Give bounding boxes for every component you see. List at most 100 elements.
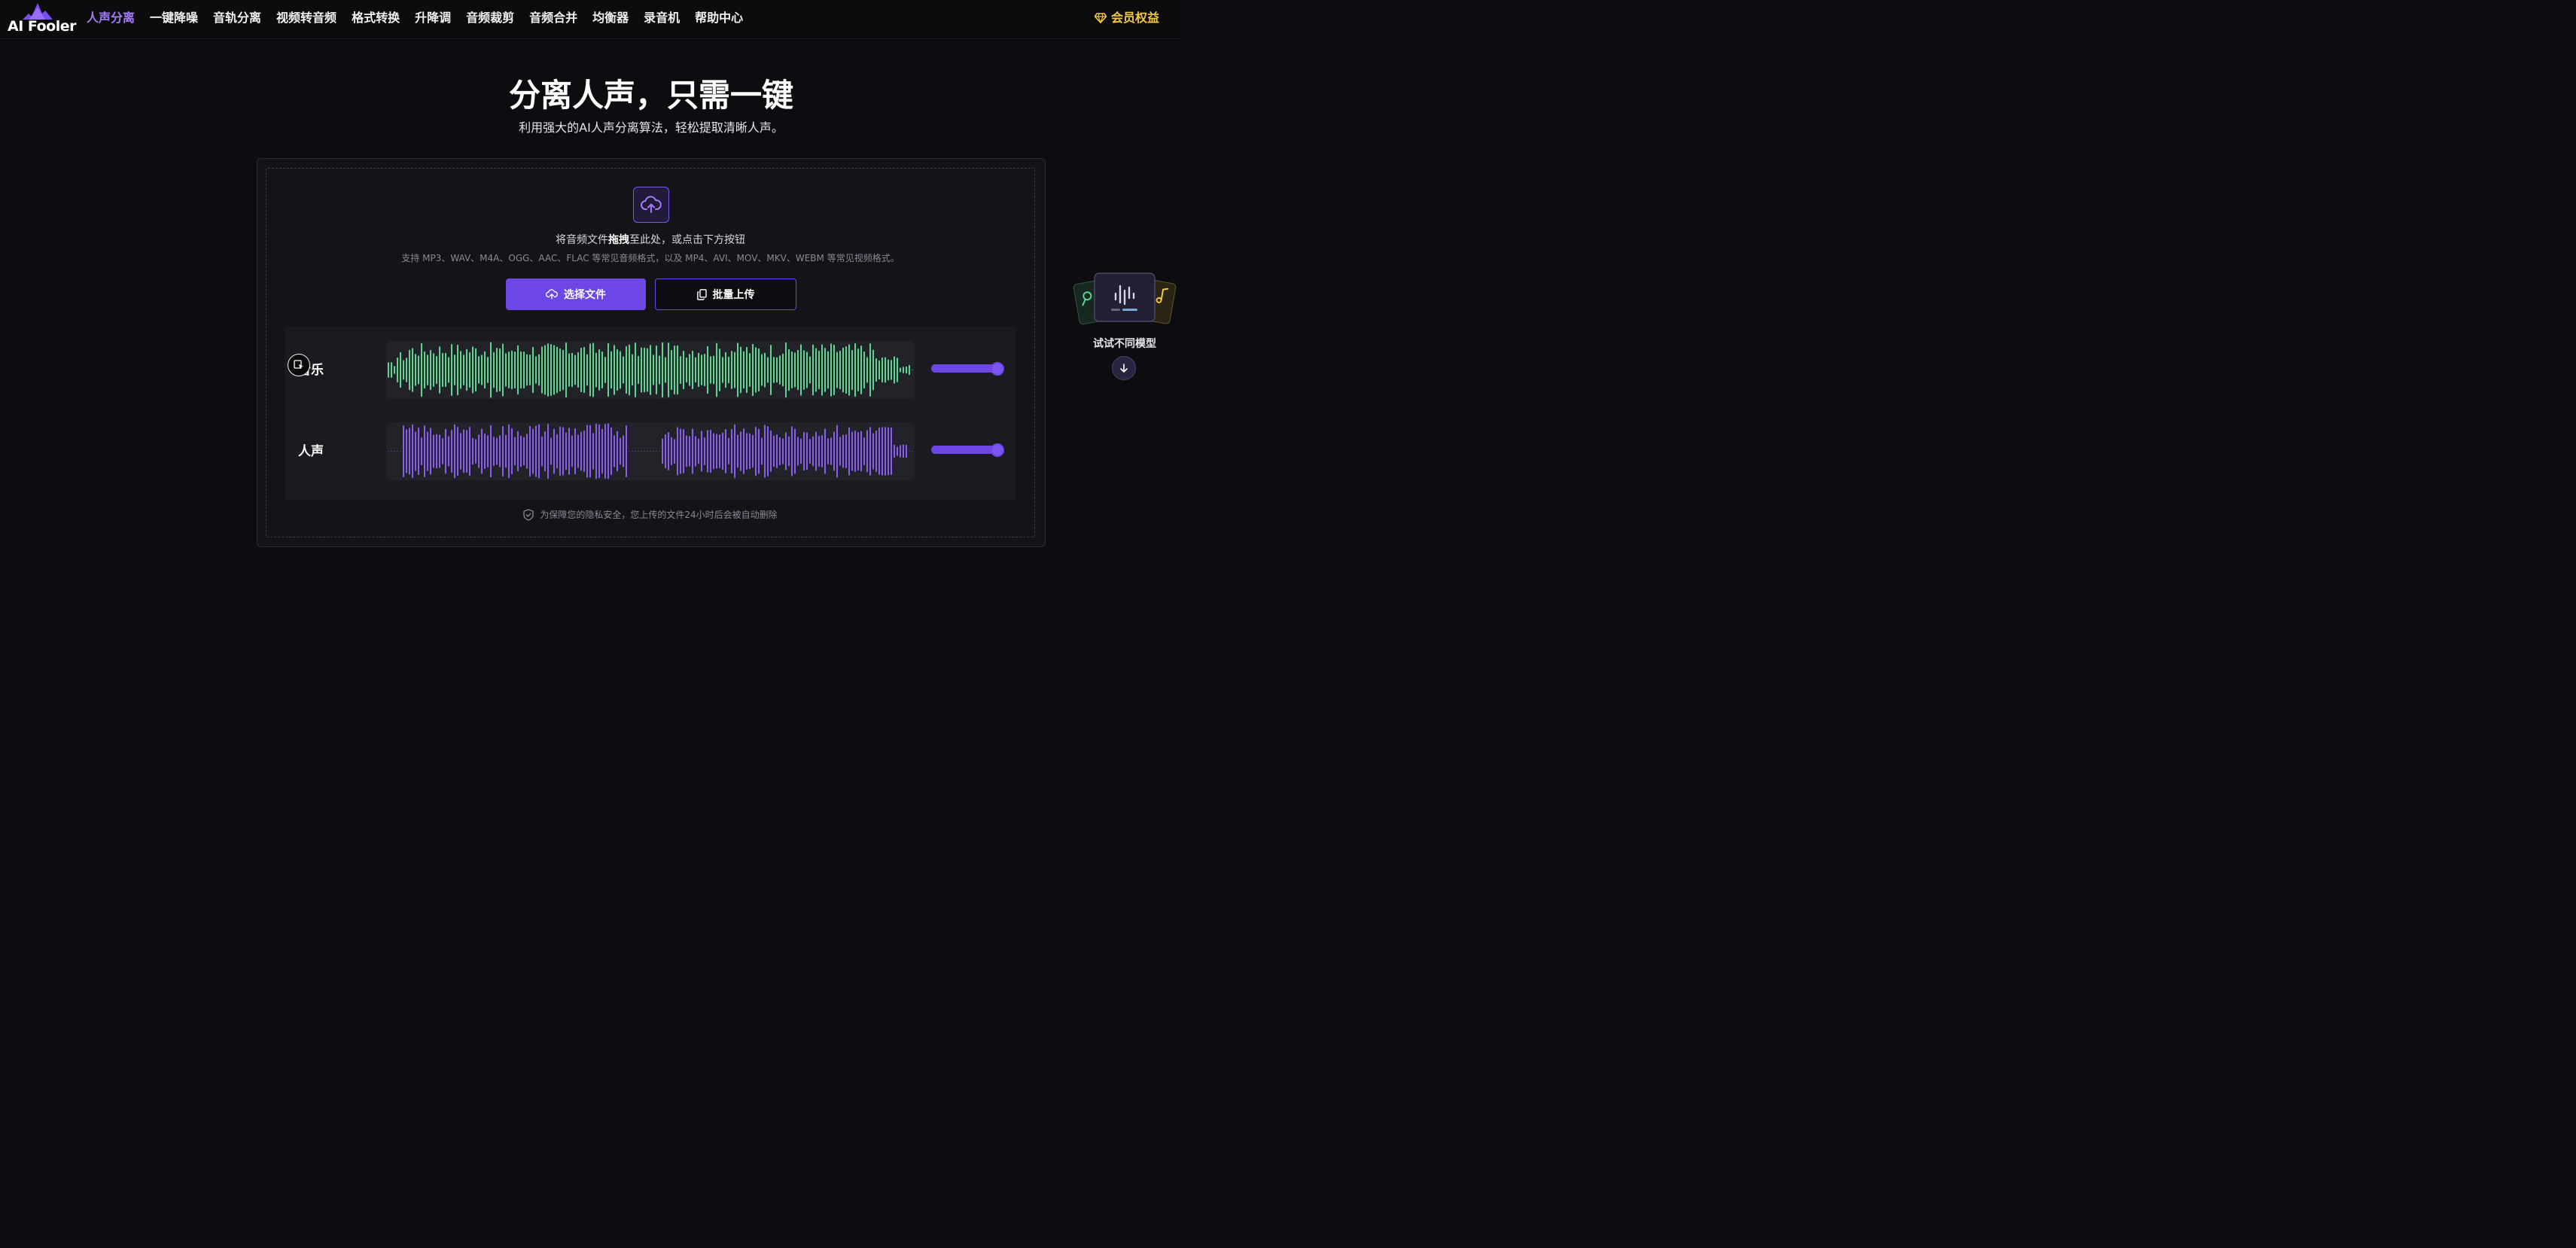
waveform-bar	[481, 428, 483, 474]
waveform-bar	[481, 355, 483, 385]
waveform-bar	[607, 423, 609, 479]
top-navigation-bar: AI Fooler 人声分离 一键降噪 音轨分离 视频转音频 格式转换 升降调 …	[0, 0, 1180, 39]
nav-item-noise-reduction[interactable]: 一键降噪	[150, 10, 198, 26]
file-dropzone[interactable]: 将音频文件拖拽至此处，或点击下方按钮 支持 MP3、WAV、M4A、OGG、AA…	[266, 168, 1035, 537]
waveform-bar	[821, 435, 823, 467]
waveform-bar	[427, 431, 428, 471]
waveform-bar	[857, 431, 859, 471]
waveform-bar	[520, 351, 522, 389]
waveform-bar	[632, 354, 633, 386]
waveform-bar	[412, 348, 413, 392]
waveform-bar	[749, 352, 751, 388]
waveform-bar	[803, 431, 805, 471]
waveform-bar	[791, 351, 793, 389]
waveform-bar	[442, 438, 443, 464]
waveform-bar	[406, 429, 407, 473]
waveform-bar	[611, 427, 612, 476]
waveform-bar	[550, 344, 552, 396]
waveform-bar	[897, 358, 898, 382]
waveform-bar	[812, 436, 814, 467]
upload-icon-box	[633, 187, 669, 223]
waveform-bar	[388, 451, 389, 452]
waveform-bar	[779, 437, 781, 466]
waveform-bar	[680, 355, 681, 385]
waveform-bar	[644, 347, 645, 393]
waveform-bar	[842, 434, 844, 468]
waveform-bar	[626, 345, 627, 394]
waveform-bar	[689, 436, 690, 467]
waveform-bar	[740, 346, 741, 394]
waveform-bar	[785, 342, 787, 398]
waveform-bar	[478, 434, 480, 468]
logo-waveform-icon	[23, 3, 53, 20]
waveform-bar	[427, 355, 428, 385]
waveform-bar	[713, 355, 714, 385]
waveform-bar	[906, 444, 907, 458]
waveform-bar	[430, 349, 431, 391]
waveform-bar	[722, 357, 723, 383]
vocal-waveform-bars	[388, 423, 913, 479]
waveform-bar	[400, 352, 401, 388]
try-models-widget[interactable]: 试试不同模型	[1072, 272, 1177, 385]
nav-item-help-center[interactable]: 帮助中心	[695, 10, 743, 26]
waveform-bar	[454, 355, 455, 385]
nav-item-video-to-audio[interactable]: 视频转音频	[276, 10, 336, 26]
waveform-bar	[526, 434, 528, 469]
select-file-button[interactable]: 选择文件	[506, 279, 646, 310]
waveform-bar	[653, 451, 654, 452]
vip-benefits-link[interactable]: 会员权益	[1094, 10, 1159, 26]
drop-text-post: 至此处，或点击下方按钮	[629, 234, 745, 246]
nav-item-format-convert[interactable]: 格式转换	[352, 10, 400, 26]
nav-item-equalizer[interactable]: 均衡器	[592, 10, 629, 26]
waveform-bar	[394, 366, 395, 374]
models-scroll-button[interactable]	[1112, 356, 1136, 380]
waveform-bar	[635, 342, 636, 397]
waveform-bar	[598, 424, 600, 479]
waveform-bar	[457, 426, 458, 476]
waveform-bar	[791, 426, 793, 476]
waveform-bar	[541, 346, 543, 394]
waveform-bar	[409, 428, 410, 475]
nav-item-audio-trim[interactable]: 音频裁剪	[466, 10, 514, 26]
waveform-bar	[493, 437, 495, 466]
waveform-bar	[716, 342, 717, 397]
waveform-bar	[710, 430, 711, 473]
arrow-down-icon	[1120, 364, 1128, 373]
nav-item-pitch-shift[interactable]: 升降调	[415, 10, 451, 26]
waveform-bar	[806, 352, 808, 388]
batch-upload-button[interactable]: 批量上传	[655, 279, 796, 310]
waveform-bar	[725, 429, 726, 473]
brand-logo[interactable]: AI Fooler	[8, 3, 76, 35]
waveform-bar	[406, 358, 407, 382]
waveform-bar	[574, 355, 576, 385]
waveform-bar	[752, 343, 754, 397]
waveform-bar	[746, 433, 748, 470]
waveform-bar	[409, 349, 410, 391]
waveform-bar	[505, 434, 507, 468]
waveform-bar	[912, 451, 913, 452]
vocal-volume-knob[interactable]	[991, 443, 1004, 457]
waveform-bar	[556, 434, 558, 469]
waveform-bar	[475, 348, 477, 392]
waveform-bar	[863, 351, 865, 389]
waveform-bar	[460, 433, 461, 470]
waveform-bar	[698, 438, 699, 464]
privacy-notice: 为保障您的隐私安全，您上传的文件24小时后会被自动删除	[266, 509, 1034, 521]
waveform-bar	[728, 356, 729, 384]
music-waveform	[386, 341, 915, 399]
try-models-label: 试试不同模型	[1093, 338, 1156, 350]
nav-item-vocal-separation[interactable]: 人声分离	[87, 10, 135, 26]
waveform-bar	[659, 355, 660, 385]
waveform-bar	[439, 434, 440, 468]
waveform-bar	[755, 426, 757, 476]
nav-item-audio-merge[interactable]: 音频合并	[529, 10, 577, 26]
waveform-bar	[430, 428, 431, 475]
waveform-bar	[529, 355, 531, 385]
waveform-bar	[800, 438, 802, 464]
nav-item-track-separation[interactable]: 音轨分离	[213, 10, 261, 26]
waveform-bar	[885, 357, 886, 383]
nav-item-recorder[interactable]: 录音机	[644, 10, 680, 26]
waveform-bar	[731, 351, 732, 389]
waveform-bar	[451, 344, 452, 396]
music-volume-knob[interactable]	[991, 362, 1004, 376]
